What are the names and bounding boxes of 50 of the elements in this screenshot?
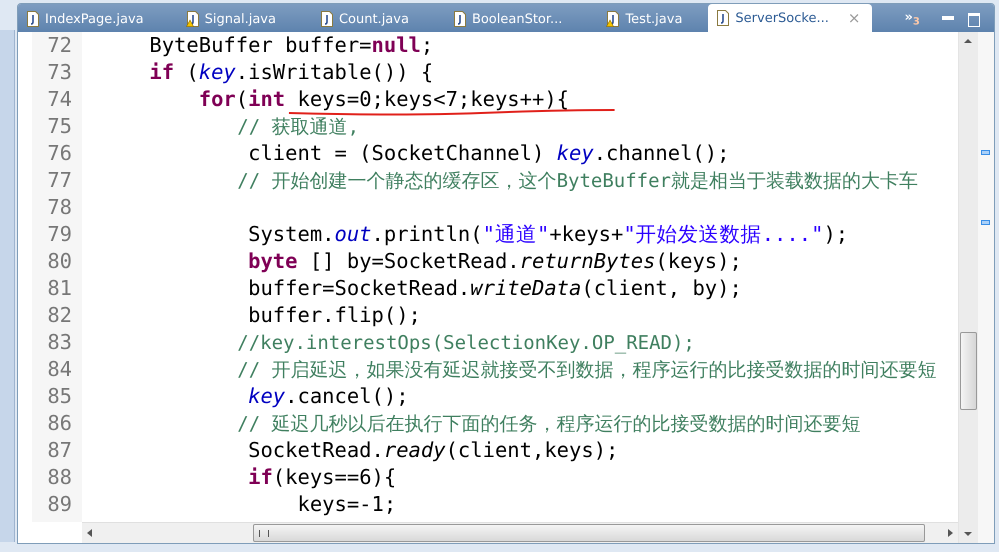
- line-number: 89: [46, 491, 73, 518]
- line-number: 86: [46, 410, 73, 437]
- editor-tab[interactable]: ServerSocke... ×: [708, 4, 872, 32]
- occurrence-marker[interactable]: [981, 220, 990, 225]
- code-line: client = (SocketChannel) key.channel();: [247, 140, 730, 167]
- line-number: 82: [46, 302, 73, 329]
- line-number: 78: [46, 194, 73, 221]
- code-line: SocketRead.ready(client,keys);: [247, 437, 618, 464]
- code-line: for(int keys=0;keys<7;keys++){: [100, 86, 570, 113]
- line-number: 73: [46, 59, 73, 86]
- code-line: if(keys==6){: [247, 464, 396, 491]
- line-number: 85: [46, 383, 73, 410]
- code-line: byte [] by=SocketRead.returnBytes(keys);: [247, 248, 742, 275]
- editor-tab[interactable]: Test.java: [598, 6, 692, 32]
- code-line: buffer.flip();: [247, 302, 421, 329]
- occurrence-marker[interactable]: [981, 150, 990, 155]
- line-number: 72: [46, 32, 73, 59]
- close-tab-button[interactable]: ×: [848, 9, 860, 27]
- line-number: 74: [46, 86, 73, 113]
- scrollbar-thumb[interactable]: [960, 332, 977, 410]
- vertical-scrollbar[interactable]: [958, 32, 978, 543]
- code-line: //key.interestOps(SelectionKey.OP_READ);: [236, 331, 695, 356]
- code-line: System.out.println("通道"+keys+"开始发送数据....");: [247, 221, 848, 248]
- horizontal-scrollbar[interactable]: [82, 522, 958, 543]
- line-number: 88: [46, 464, 73, 491]
- line-number: 77: [46, 167, 73, 194]
- line-number: 84: [46, 356, 73, 383]
- code-line: // 获取通道,: [236, 115, 360, 140]
- editor-tab[interactable]: BooleanStor...: [444, 6, 572, 32]
- maximize-button[interactable]: [968, 13, 980, 27]
- line-number: 79: [46, 221, 73, 248]
- more-tabs-button[interactable]: »$_{3}$: [904, 10, 920, 28]
- editor-tab[interactable]: Count.java: [312, 6, 419, 32]
- code-line: if (key.isWritable()) {: [148, 59, 434, 86]
- code-line: key.cancel();: [247, 383, 409, 410]
- line-number: 83: [46, 329, 73, 356]
- code-line: // 延迟几秒以后在执行下面的任务，程序运行的比接受数据的时间还要短: [236, 412, 861, 437]
- line-number: 76: [46, 140, 73, 167]
- line-number: 80: [46, 248, 73, 275]
- code-line: // 开启延迟，如果没有延迟就接受不到数据，程序运行的比接受数据的时间还要短: [236, 358, 937, 383]
- editor-tab[interactable]: Signal.java: [178, 6, 286, 32]
- code-line: buffer=SocketRead.writeData(client, by);: [247, 275, 742, 302]
- scrollbar-thumb[interactable]: [253, 524, 925, 542]
- code-line: keys=-1;: [296, 491, 396, 518]
- editor-tab[interactable]: IndexPage.java: [18, 6, 154, 32]
- code-line: ByteBuffer buffer=null;: [148, 32, 434, 59]
- line-number: 75: [46, 113, 73, 140]
- code-line: // 开始创建一个静态的缓存区，这个ByteBuffer就是相当于装载数据的大卡车: [236, 169, 918, 194]
- line-number: 81: [46, 275, 73, 302]
- line-number: 87: [46, 437, 73, 464]
